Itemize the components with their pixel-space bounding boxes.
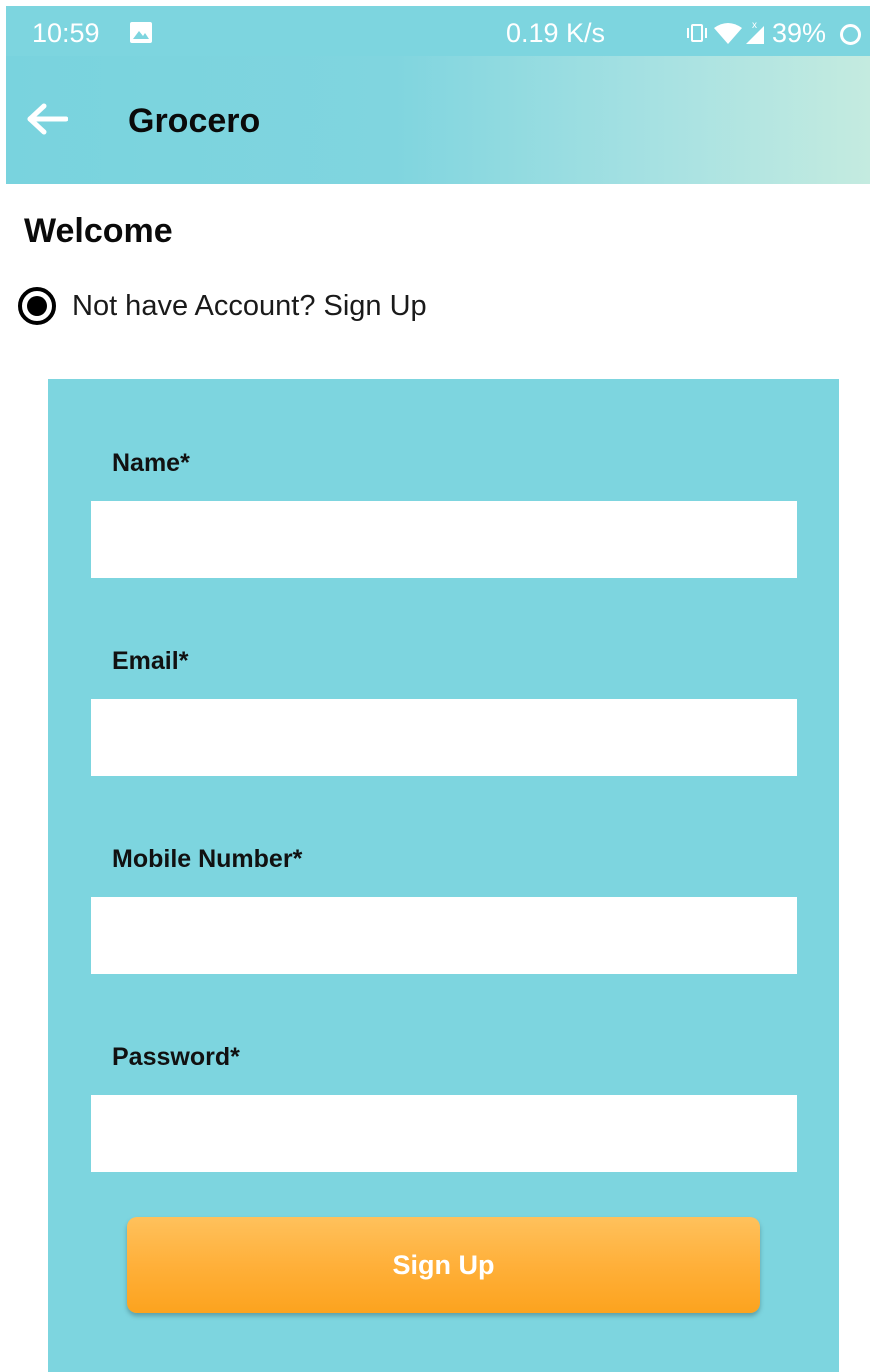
radio-label: Not have Account? Sign Up <box>72 289 427 322</box>
signup-form-card: Name* Email* Mobile Number* Password* Si… <box>48 379 839 1372</box>
network-speed: 0.19 K/s <box>506 18 606 48</box>
status-icons: x <box>686 20 770 53</box>
signup-screen: 10:59 0.19 K/s x 39% Grocero Welcome Not… <box>0 0 870 1372</box>
gallery-icon <box>130 22 152 43</box>
svg-text:x: x <box>752 20 757 31</box>
password-label: Password* <box>112 1043 240 1071</box>
mobile-number-field[interactable] <box>91 897 797 974</box>
email-label: Email* <box>112 647 189 675</box>
battery-ring-icon <box>840 24 861 45</box>
status-time: 10:59 <box>32 18 100 48</box>
signup-radio-option[interactable]: Not have Account? Sign Up <box>18 286 427 326</box>
vibrate-icon <box>687 24 707 42</box>
password-field[interactable] <box>91 1095 797 1172</box>
welcome-heading: Welcome <box>24 212 173 250</box>
name-label: Name* <box>112 449 190 477</box>
mobile-number-label: Mobile Number* <box>112 845 303 873</box>
app-title: Grocero <box>128 102 261 140</box>
email-field[interactable] <box>91 699 797 776</box>
sign-up-button[interactable]: Sign Up <box>127 1217 760 1313</box>
app-bar: Grocero <box>6 56 870 184</box>
radio-button-icon[interactable] <box>18 287 56 325</box>
back-arrow-icon <box>27 103 68 135</box>
wifi-icon <box>714 23 742 44</box>
battery-percent: 39% <box>772 18 827 48</box>
radio-selected-dot <box>27 296 47 316</box>
back-button[interactable] <box>22 94 72 144</box>
status-bar: 10:59 0.19 K/s x 39% <box>6 6 870 56</box>
name-field[interactable] <box>91 501 797 578</box>
